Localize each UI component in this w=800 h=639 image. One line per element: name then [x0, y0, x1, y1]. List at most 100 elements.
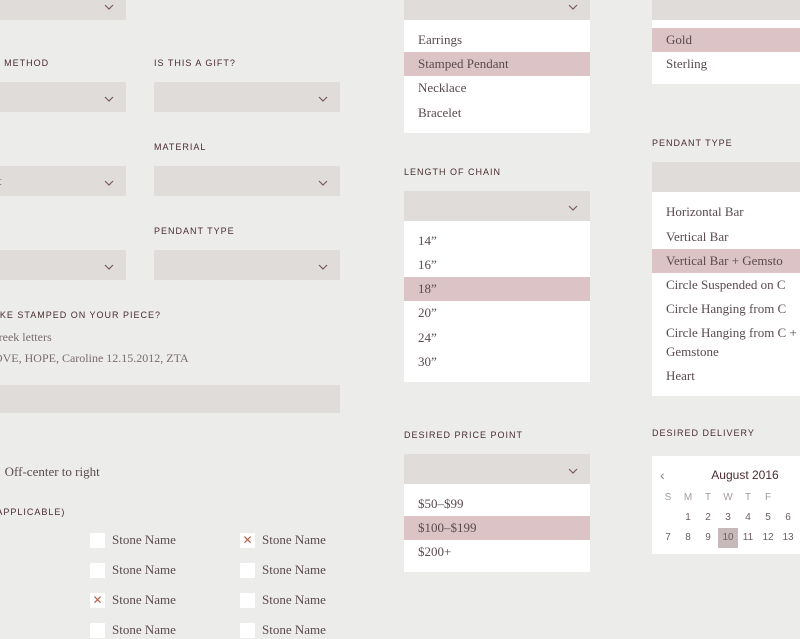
stamp-sub1: nes, dates, greek letters	[0, 328, 360, 346]
dropdown-option[interactable]: Horizontal Bar	[652, 200, 800, 224]
stone-name: Stone Name	[262, 562, 326, 578]
stone-checkbox[interactable]	[240, 593, 255, 608]
cal-day[interactable]: 1	[678, 508, 698, 528]
dropdown-option[interactable]: 30”	[404, 350, 590, 374]
dropdown-option[interactable]: Stamped Pendant	[404, 52, 590, 76]
dropdown-option[interactable]: 24”	[404, 326, 590, 350]
cal-day[interactable]: 10	[718, 528, 738, 548]
jewelry-select[interactable]: d Pendant	[0, 166, 126, 196]
cal-day[interactable]: 2	[698, 508, 718, 528]
material-select[interactable]	[154, 166, 340, 196]
stone-checkbox[interactable]	[90, 563, 105, 578]
stamp-input[interactable]	[0, 385, 340, 413]
pendant-label-left: PENDANT TYPE	[154, 226, 340, 236]
chevron-down-icon	[104, 92, 114, 102]
stone-name: Stone Name	[112, 592, 176, 608]
stone-name: Stone Name	[112, 622, 176, 638]
cal-dow: T	[738, 488, 758, 508]
type-options-panel: EarringsStamped PendantNecklaceBracelet	[404, 20, 590, 133]
type-select[interactable]	[404, 0, 590, 20]
stone-checkbox[interactable]	[90, 533, 105, 548]
stone-checkbox[interactable]: ✕	[240, 533, 255, 548]
gift-label: IS THIS A GIFT?	[154, 58, 340, 68]
stone-name: Stone Name	[262, 592, 326, 608]
stone-checkbox[interactable]	[240, 563, 255, 578]
dropdown-option[interactable]: Vertical Bar + Gemsto	[652, 249, 800, 273]
cal-day[interactable]: 4	[738, 508, 758, 528]
chain-label-left: F CHAIN	[0, 226, 126, 236]
dropdown-option[interactable]: Gold	[652, 28, 800, 52]
contact-method-select[interactable]	[0, 82, 126, 112]
cal-dow: M	[678, 488, 698, 508]
select-top-partial[interactable]	[0, 0, 126, 20]
jewelry-label: EWELRY	[0, 142, 126, 152]
dropdown-option[interactable]: Heart	[652, 364, 800, 388]
metal-options-panel: GoldSterling	[652, 20, 800, 84]
material-label: MATERIAL	[154, 142, 340, 152]
gift-select[interactable]	[154, 82, 340, 112]
dropdown-option[interactable]: Bracelet	[404, 101, 590, 125]
price-options-panel: $50–$99$100–$199$200+	[404, 484, 590, 573]
cal-dow: F	[758, 488, 778, 508]
stone-label: STONE (IF APPLICABLE)	[0, 507, 360, 517]
chevron-down-icon	[568, 0, 578, 10]
dropdown-option[interactable]: 16”	[404, 253, 590, 277]
chevron-down-icon	[104, 0, 114, 10]
dropdown-option[interactable]: $50–$99	[404, 492, 590, 516]
stone-name: Stone Name	[112, 532, 176, 548]
pendant-select-right[interactable]	[652, 162, 800, 192]
stone-name: Stone Name	[262, 622, 326, 638]
chain-select-left[interactable]	[0, 250, 126, 280]
chevron-down-icon	[568, 464, 578, 474]
pendant-options-panel: Horizontal BarVertical BarVertical Bar +…	[652, 192, 800, 396]
cal-day[interactable]: 3	[718, 508, 738, 528]
cal-dow: W	[718, 488, 738, 508]
dropdown-option[interactable]: $100–$199	[404, 516, 590, 540]
chain-select-mid[interactable]	[404, 191, 590, 221]
chevron-down-icon	[104, 176, 114, 186]
stone-checkbox[interactable]: ✕	[90, 593, 105, 608]
dropdown-option[interactable]: 18”	[404, 277, 590, 301]
jewelry-value: d Pendant	[0, 173, 2, 189]
dropdown-option[interactable]: Necklace	[404, 76, 590, 100]
dropdown-option[interactable]: Sterling	[652, 52, 800, 76]
stone-name: Stone Name	[112, 562, 176, 578]
cal-dow: S	[658, 488, 678, 508]
cal-prev-icon[interactable]: ‹	[660, 467, 665, 483]
cal-day[interactable]: 7	[658, 528, 678, 548]
calendar[interactable]: ‹ August 2016 SMTWTF12345678910111213	[652, 456, 800, 554]
cal-day[interactable]: 12	[758, 528, 778, 548]
delivery-label: DESIRED DELIVERY	[652, 428, 800, 438]
stone-checkbox[interactable]	[240, 623, 255, 638]
pendant-label-right: PENDANT TYPE	[652, 138, 800, 148]
dropdown-option[interactable]: Circle Suspended on C	[652, 273, 800, 297]
dropdown-option[interactable]: 14”	[404, 229, 590, 253]
chain-options-panel: 14”16”18”20”24”30”	[404, 221, 590, 382]
placement-opt2: Off-center to right	[5, 464, 100, 480]
chain-label-mid: LENGTH OF CHAIN	[404, 167, 590, 177]
stone-checkbox[interactable]	[90, 623, 105, 638]
cal-day[interactable]: 11	[738, 528, 758, 548]
dropdown-option[interactable]: $200+	[404, 540, 590, 564]
chevron-down-icon	[568, 201, 578, 211]
price-select[interactable]	[404, 454, 590, 484]
cal-day[interactable]: 13	[778, 528, 798, 548]
cal-day[interactable]: 8	[678, 528, 698, 548]
stone-name: Stone Name	[262, 532, 326, 548]
metal-select[interactable]	[652, 0, 800, 20]
cal-day[interactable]: 9	[698, 528, 718, 548]
dropdown-option[interactable]: Vertical Bar	[652, 225, 800, 249]
chevron-down-icon	[318, 92, 328, 102]
dropdown-option[interactable]: Earrings	[404, 28, 590, 52]
contact-method-label: D CONTACT METHOD	[0, 58, 126, 68]
pendant-select-left[interactable]	[154, 250, 340, 280]
cal-day[interactable]: 6	[778, 508, 798, 528]
cal-day[interactable]: 5	[758, 508, 778, 528]
cal-dow: T	[698, 488, 718, 508]
dropdown-option[interactable]: 20”	[404, 301, 590, 325]
chevron-down-icon	[318, 176, 328, 186]
dropdown-option[interactable]: Circle Hanging from C + Gemstone	[652, 321, 800, 363]
dropdown-option[interactable]: Circle Hanging from C	[652, 297, 800, 321]
placement-label: ACEMENT	[0, 439, 360, 449]
stamp-label: ULD YOU LIKE STAMPED ON YOUR PIECE?	[0, 310, 360, 320]
